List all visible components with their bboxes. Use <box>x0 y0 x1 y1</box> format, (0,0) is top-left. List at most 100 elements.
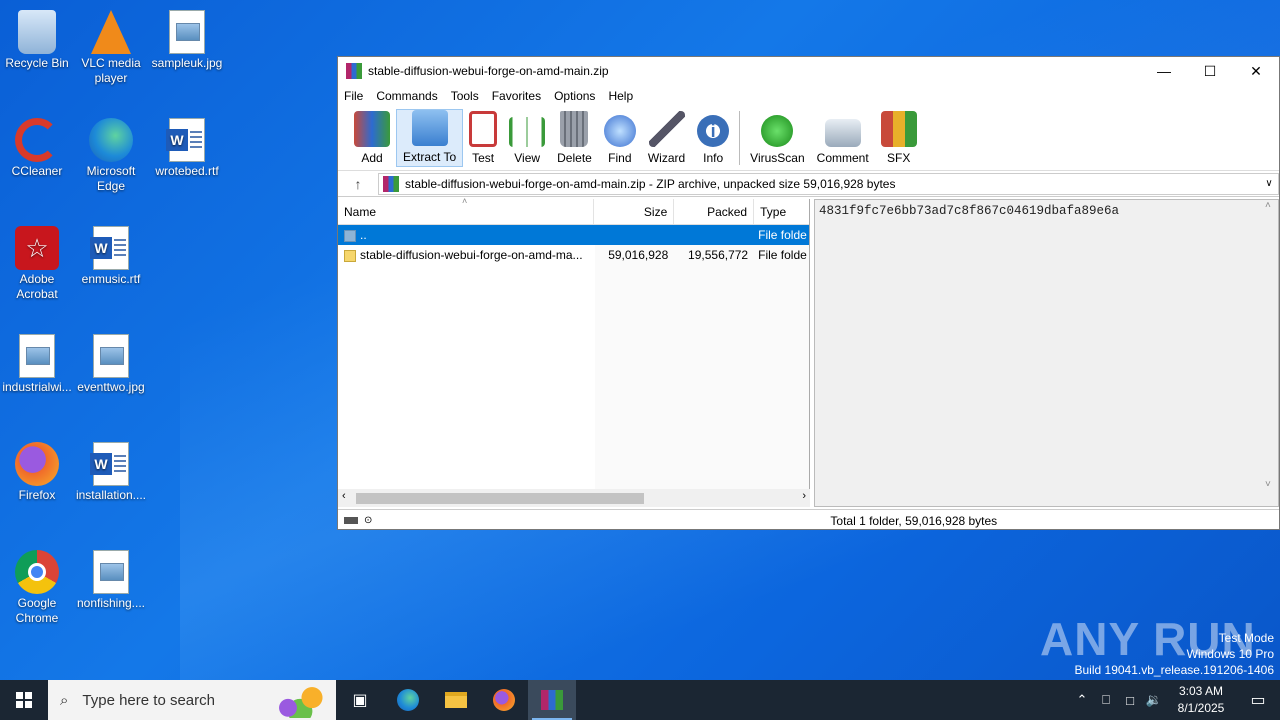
view-book-icon <box>509 117 546 147</box>
file-list[interactable]: Name Size Packed Type ˄ .. File folde st… <box>338 196 810 507</box>
add-archive-icon <box>354 111 390 147</box>
word-document-icon: W <box>90 226 129 270</box>
table-row[interactable]: stable-diffusion-webui-forge-on-amd-ma..… <box>338 245 809 265</box>
network-icon[interactable]: □ <box>1118 693 1142 708</box>
parent-folder-icon <box>344 229 356 242</box>
find-button[interactable]: Find <box>598 109 642 167</box>
menu-commands[interactable]: Commands <box>376 89 437 103</box>
column-type[interactable]: Type <box>754 199 809 224</box>
status-bar: ⊙ Total 1 folder, 59,016,928 bytes <box>338 509 1279 531</box>
menu-file[interactable]: File <box>344 89 363 103</box>
magnifier-icon <box>603 115 636 147</box>
clock[interactable]: 3:03 AM 8/1/2025 <box>1166 683 1236 717</box>
winrar-taskbar-icon[interactable] <box>528 680 576 720</box>
device-icon[interactable]: ⎕ <box>1094 692 1118 708</box>
chevron-down-icon[interactable]: ∨ <box>1260 178 1278 189</box>
view-button[interactable]: View <box>503 109 551 167</box>
column-size[interactable]: Size <box>594 199 675 224</box>
toolbar: Add Extract To Test View Delete Find Wiz… <box>338 107 1279 171</box>
file-list-header: Name Size Packed Type ˄ <box>338 196 809 225</box>
image-file-icon <box>93 550 129 594</box>
desktop-icon-installation[interactable]: W installation.... <box>74 436 148 503</box>
scroll-right-icon[interactable]: › <box>802 490 806 502</box>
desktop-icon-nonfishing[interactable]: nonfishing.... <box>74 544 148 611</box>
desktop-icon-vlc[interactable]: VLC media player <box>74 4 148 86</box>
notification-icon[interactable]: ▭ <box>1236 690 1280 710</box>
desktop-icon-recycle-bin[interactable]: Recycle Bin <box>0 4 74 71</box>
winrar-app-icon <box>346 63 362 79</box>
extract-folder-icon <box>411 110 448 146</box>
file-explorer-icon[interactable] <box>432 680 480 720</box>
address-path[interactable]: stable-diffusion-webui-forge-on-amd-main… <box>378 172 1279 195</box>
folder-icon <box>344 249 356 262</box>
menu-options[interactable]: Options <box>554 89 595 103</box>
volume-icon[interactable]: 🔉 <box>1142 692 1166 708</box>
vertical-scrollbar[interactable]: ˄ ˅ <box>1262 200 1278 490</box>
image-file-icon <box>93 334 129 378</box>
desktop-icon-wrotebed[interactable]: W wrotebed.rtf <box>150 112 224 179</box>
taskbar-search[interactable]: ⌕ Type here to search <box>48 680 336 720</box>
desktop-icon-industrialwi[interactable]: industrialwi... <box>0 328 74 395</box>
virus-scan-icon <box>761 115 794 147</box>
system-tray: ⌃ ⎕ □ 🔉 3:03 AM 8/1/2025 ▭ <box>1070 680 1280 720</box>
horizontal-scrollbar[interactable]: ‹ › <box>338 489 810 507</box>
sfx-icon <box>880 111 917 147</box>
comment-preview-pane[interactable]: 4831f9fc7e6bb73ad7c8f867c04619dbafa89e6a… <box>814 199 1279 507</box>
task-view-icon[interactable]: ▣ <box>336 680 384 720</box>
search-highlight-flowers-icon <box>270 684 330 718</box>
maximize-button[interactable]: ☐ <box>1187 57 1233 85</box>
info-button[interactable]: i Info <box>691 109 735 167</box>
firefox-icon <box>15 442 59 486</box>
preview-text: 4831f9fc7e6bb73ad7c8f867c04619dbafa89e6a <box>819 204 1120 218</box>
drive-icon <box>344 517 358 524</box>
desktop-icon-sampleuk[interactable]: sampleuk.jpg <box>150 4 224 71</box>
column-packed[interactable]: Packed <box>674 199 755 224</box>
scroll-up-icon[interactable]: ˄ <box>1265 200 1271 211</box>
recycle-bin-icon <box>18 10 56 54</box>
winrar-window: stable-diffusion-webui-forge-on-amd-main… <box>337 56 1280 530</box>
menu-tools[interactable]: Tools <box>451 89 479 103</box>
word-document-icon: W <box>90 442 129 486</box>
virusscan-button[interactable]: VirusScan <box>744 109 810 167</box>
edge-icon <box>89 118 133 162</box>
ccleaner-icon <box>15 118 59 162</box>
address-bar: ↑ stable-diffusion-webui-forge-on-amd-ma… <box>338 171 1279 197</box>
wand-icon <box>648 111 685 147</box>
search-placeholder: Type here to search <box>82 691 215 709</box>
desktop-icon-ccleaner[interactable]: CCleaner <box>0 112 74 179</box>
firefox-taskbar-icon[interactable] <box>480 680 528 720</box>
edge-taskbar-icon[interactable] <box>384 680 432 720</box>
scroll-down-icon[interactable]: ˅ <box>1265 479 1271 490</box>
title-bar[interactable]: stable-diffusion-webui-forge-on-amd-main… <box>338 57 1279 85</box>
sort-arrow-icon: ˄ <box>462 196 468 206</box>
menu-bar: File Commands Tools Favorites Options He… <box>338 85 1279 107</box>
scroll-left-icon[interactable]: ‹ <box>342 490 346 502</box>
wizard-button[interactable]: Wizard <box>642 109 691 167</box>
desktop-icon-enmusic[interactable]: W enmusic.rtf <box>74 220 148 287</box>
test-button[interactable]: Test <box>463 109 503 167</box>
info-icon: i <box>697 115 730 147</box>
sfx-button[interactable]: SFX <box>875 109 923 167</box>
minimize-button[interactable]: — <box>1141 57 1187 85</box>
table-row[interactable]: .. File folde <box>338 225 809 245</box>
add-button[interactable]: Add <box>348 109 396 167</box>
chrome-icon <box>15 550 59 594</box>
delete-button[interactable]: Delete <box>551 109 598 167</box>
extract-to-button[interactable]: Extract To <box>396 109 464 167</box>
word-document-icon: W <box>166 118 205 162</box>
window-title: stable-diffusion-webui-forge-on-amd-main… <box>368 64 609 78</box>
desktop-icon-firefox[interactable]: Firefox <box>0 436 74 503</box>
desktop-icon-acrobat[interactable]: ☆ Adobe Acrobat <box>0 220 74 302</box>
desktop-icon-eventtwo[interactable]: eventtwo.jpg <box>74 328 148 395</box>
chevron-up-icon[interactable]: ⌃ <box>1070 692 1094 708</box>
up-arrow-icon[interactable]: ↑ <box>338 176 378 192</box>
close-button[interactable]: ✕ <box>1233 57 1279 85</box>
address-text: stable-diffusion-webui-forge-on-amd-main… <box>405 176 896 191</box>
menu-help[interactable]: Help <box>608 89 633 103</box>
desktop-icon-chrome[interactable]: Google Chrome <box>0 544 74 626</box>
start-button[interactable] <box>0 680 48 720</box>
scrollbar-thumb[interactable] <box>356 493 644 504</box>
comment-button[interactable]: Comment <box>811 109 875 167</box>
desktop-icon-edge[interactable]: Microsoft Edge <box>74 112 148 194</box>
menu-favorites[interactable]: Favorites <box>492 89 541 103</box>
